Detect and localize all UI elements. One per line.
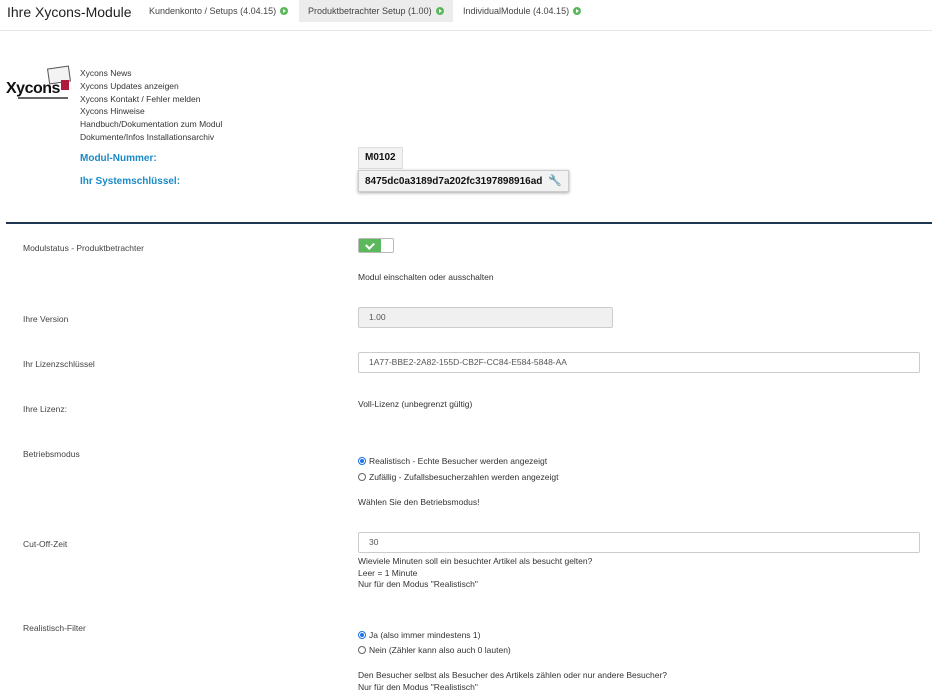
- cutoff-field[interactable]: 30: [358, 532, 920, 553]
- link-hinweise[interactable]: Xycons Hinweise: [80, 105, 222, 118]
- tab-label: Produktbetrachter Setup (1.00): [308, 6, 432, 16]
- section-divider: [6, 222, 932, 224]
- betriebsmodus-label: Betriebsmodus: [23, 449, 80, 459]
- tab-label: IndividualModule (4.04.15): [463, 6, 570, 16]
- link-dokumente[interactable]: Dokumente/Infos Installationsarchiv: [80, 131, 222, 144]
- version-field: 1.00: [358, 307, 613, 328]
- filter-help: Den Besucher selbst als Besucher des Art…: [358, 670, 667, 693]
- link-updates[interactable]: Xycons Updates anzeigen: [80, 80, 222, 93]
- radio-unchecked-icon[interactable]: [358, 473, 366, 481]
- wrench-icon[interactable]: 🔧: [548, 171, 562, 191]
- filter-label: Realistisch-Filter: [23, 623, 86, 633]
- system-key-box: 8475dc0a3189d7a202fc3197898916ad 🔧: [358, 170, 570, 192]
- play-status-icon: [573, 7, 582, 15]
- tab-kundenkonto[interactable]: Kundenkonto / Setups (4.04.15): [149, 0, 289, 22]
- radio-zufaellig[interactable]: Zufällig - Zufallsbesucherzahlen werden …: [358, 472, 558, 482]
- system-key-label: Ihr Systemschlüssel:: [80, 176, 181, 187]
- license-value: Voll-Lizenz (unbegrenzt gültig): [358, 399, 473, 409]
- radio-checked-icon[interactable]: [358, 631, 366, 639]
- license-key-label: Ihr Lizenzschlüssel: [23, 359, 95, 369]
- cutoff-help-line: Wieviele Minuten soll ein besuchter Arti…: [358, 556, 593, 566]
- radio-filter-nein[interactable]: Nein (Zähler kann also auch 0 lauten): [358, 645, 511, 655]
- logo-accent-icon: [61, 80, 69, 90]
- logo-wordmark: Xycons: [6, 80, 60, 97]
- play-status-icon: [435, 7, 444, 15]
- license-key-field[interactable]: 1A77-BBE2-2A82-155D-CB2F-CC84-E584-5848-…: [358, 352, 920, 373]
- radio-label: Realistisch - Echte Besucher werden ange…: [369, 456, 548, 466]
- logo-tagline-line: [18, 97, 68, 99]
- radio-label: Ja (also immer mindestens 1): [369, 630, 481, 640]
- modulstatus-label: Modulstatus - Produktbetrachter: [23, 243, 144, 253]
- modulstatus-help: Modul einschalten oder ausschalten: [358, 272, 494, 282]
- radio-label: Zufällig - Zufallsbesucherzahlen werden …: [369, 472, 559, 482]
- link-news[interactable]: Xycons News: [80, 67, 222, 80]
- license-label: Ihre Lizenz:: [23, 404, 67, 414]
- radio-filter-ja[interactable]: Ja (also immer mindestens 1): [358, 630, 480, 640]
- radio-label: Nein (Zähler kann also auch 0 lauten): [369, 645, 511, 655]
- cutoff-help: Wieviele Minuten soll ein besuchter Arti…: [358, 556, 592, 591]
- cutoff-label: Cut-Off-Zeit: [23, 539, 68, 549]
- cutoff-help-line: Nur für den Modus "Realistisch": [358, 579, 478, 590]
- toggle-on-check-icon: [359, 239, 381, 252]
- module-number-label: Modul-Nummer:: [80, 153, 157, 164]
- play-status-icon: [280, 7, 289, 15]
- filter-help-line: Den Besucher selbst als Besucher des Art…: [358, 670, 668, 680]
- modulstatus-toggle[interactable]: [358, 238, 394, 253]
- app-title: Ihre Xycons-Module: [7, 4, 132, 20]
- tab-individualmodule[interactable]: IndividualModule (4.04.15): [463, 0, 582, 22]
- xycons-logo: Xycons: [6, 65, 72, 100]
- tab-label: Kundenkonto / Setups (4.04.15): [149, 6, 277, 16]
- radio-realistisch[interactable]: Realistisch - Echte Besucher werden ange…: [358, 456, 547, 466]
- version-label: Ihre Version: [23, 314, 69, 324]
- system-key-value: 8475dc0a3189d7a202fc3197898916ad: [365, 176, 543, 187]
- link-handbuch[interactable]: Handbuch/Dokumentation zum Modul: [80, 118, 222, 131]
- filter-help-line: Nur für den Modus "Realistisch": [358, 681, 478, 692]
- link-kontakt[interactable]: Xycons Kontakt / Fehler melden: [80, 93, 222, 106]
- cutoff-help-line: Leer = 1 Minute: [358, 567, 418, 578]
- module-number-value: M0102: [358, 147, 403, 169]
- radio-checked-icon[interactable]: [358, 457, 366, 465]
- tab-produktbetrachter[interactable]: Produktbetrachter Setup (1.00): [299, 0, 453, 22]
- radio-unchecked-icon[interactable]: [358, 646, 366, 654]
- betriebsmodus-help: Wählen Sie den Betriebsmodus!: [358, 497, 480, 507]
- module-links: Xycons News Xycons Updates anzeigen Xyco…: [80, 67, 222, 144]
